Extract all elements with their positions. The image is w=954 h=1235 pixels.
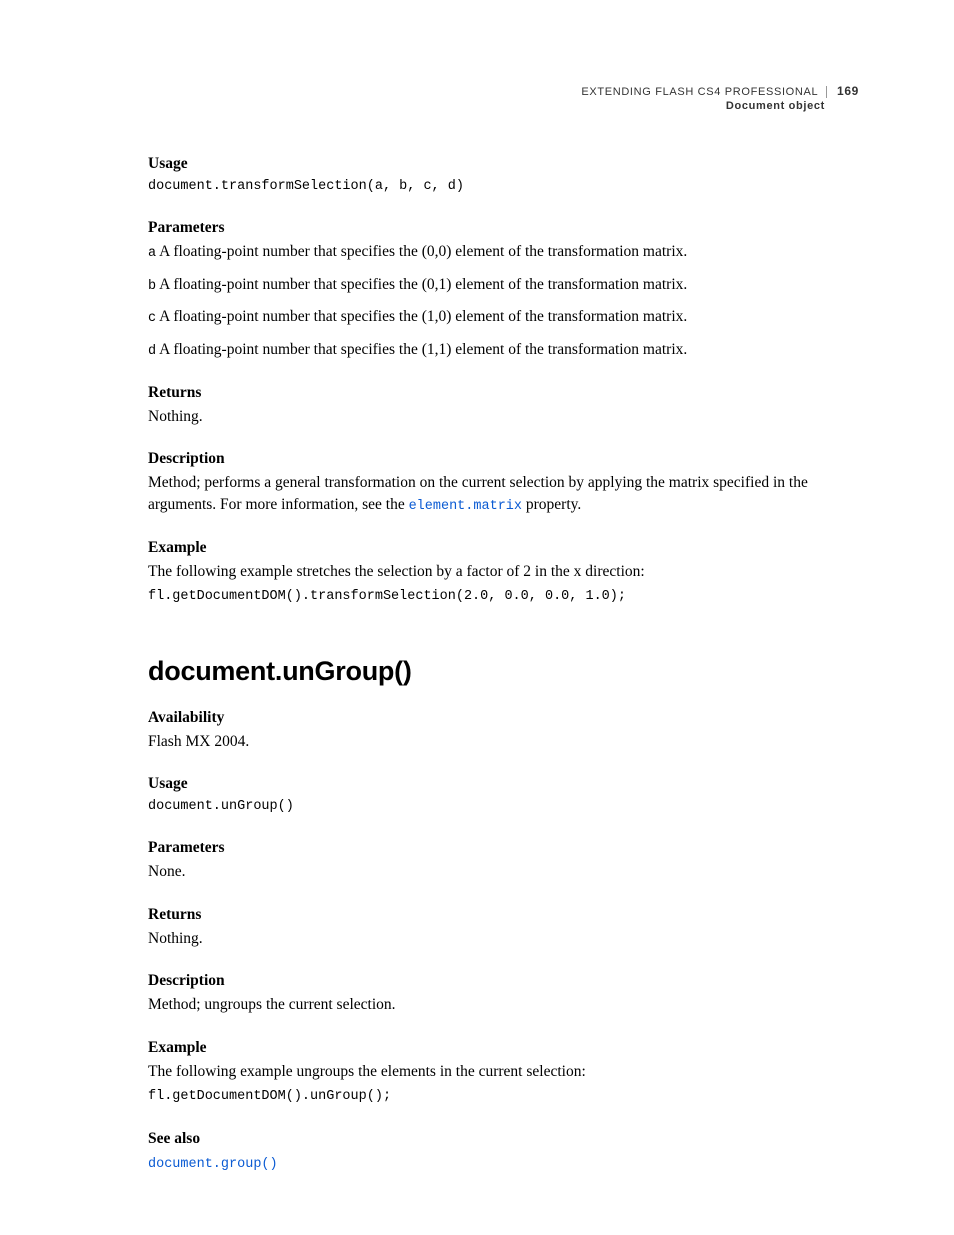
example-text-2: The following example ungroups the eleme… bbox=[148, 1061, 859, 1083]
header-section: Document object bbox=[581, 100, 859, 112]
document-group-link[interactable]: document.group() bbox=[148, 1157, 278, 1172]
example-code: fl.getDocumentDOM().transformSelection(2… bbox=[148, 587, 859, 607]
description-label: Description bbox=[148, 450, 859, 468]
param-d-name: d bbox=[148, 344, 156, 359]
param-a-desc: A floating-point number that specifies t… bbox=[156, 243, 687, 260]
param-b-desc: A floating-point number that specifies t… bbox=[156, 276, 687, 293]
see-also-links: document.group() bbox=[148, 1152, 859, 1175]
param-d: d A floating-point number that specifies… bbox=[148, 339, 859, 362]
page: EXTENDING FLASH CS4 PROFESSIONAL 169 Doc… bbox=[0, 0, 954, 1235]
usage-code-2: document.unGroup() bbox=[148, 797, 859, 817]
returns-text: Nothing. bbox=[148, 406, 859, 428]
param-a: a A floating-point number that specifies… bbox=[148, 241, 859, 264]
usage-label-2: Usage bbox=[148, 775, 859, 793]
param-c-desc: A floating-point number that specifies t… bbox=[156, 308, 687, 325]
param-a-name: a bbox=[148, 246, 156, 261]
description-text-2: Method; ungroups the current selection. bbox=[148, 994, 859, 1016]
returns-label: Returns bbox=[148, 384, 859, 402]
description-text: Method; performs a general transformatio… bbox=[148, 472, 859, 517]
see-also-label: See also bbox=[148, 1130, 859, 1148]
availability-text: Flash MX 2004. bbox=[148, 731, 859, 753]
parameters-label: Parameters bbox=[148, 219, 859, 237]
example-label-2: Example bbox=[148, 1039, 859, 1057]
example-text: The following example stretches the sele… bbox=[148, 561, 859, 583]
running-header: EXTENDING FLASH CS4 PROFESSIONAL 169 Doc… bbox=[581, 84, 859, 112]
page-number: 169 bbox=[837, 84, 859, 98]
param-c: c A floating-point number that specifies… bbox=[148, 306, 859, 329]
content: Usage document.transformSelection(a, b, … bbox=[148, 155, 859, 1174]
returns-label-2: Returns bbox=[148, 906, 859, 924]
param-d-desc: A floating-point number that specifies t… bbox=[156, 341, 687, 358]
usage-label: Usage bbox=[148, 155, 859, 173]
example-code-2: fl.getDocumentDOM().unGroup(); bbox=[148, 1087, 859, 1107]
desc-post: property. bbox=[522, 496, 581, 513]
parameters-label-2: Parameters bbox=[148, 839, 859, 857]
element-matrix-link[interactable]: element.matrix bbox=[409, 499, 522, 514]
header-line1: EXTENDING FLASH CS4 PROFESSIONAL 169 bbox=[581, 84, 859, 98]
param-b: b A floating-point number that specifies… bbox=[148, 274, 859, 297]
param-b-name: b bbox=[148, 279, 156, 294]
method-heading-ungroup: document.unGroup() bbox=[148, 656, 859, 687]
usage-code: document.transformSelection(a, b, c, d) bbox=[148, 177, 859, 197]
example-label: Example bbox=[148, 539, 859, 557]
parameters-text-2: None. bbox=[148, 861, 859, 883]
param-c-name: c bbox=[148, 311, 156, 326]
header-title: EXTENDING FLASH CS4 PROFESSIONAL bbox=[581, 86, 827, 98]
availability-label: Availability bbox=[148, 709, 859, 727]
description-label-2: Description bbox=[148, 972, 859, 990]
returns-text-2: Nothing. bbox=[148, 928, 859, 950]
